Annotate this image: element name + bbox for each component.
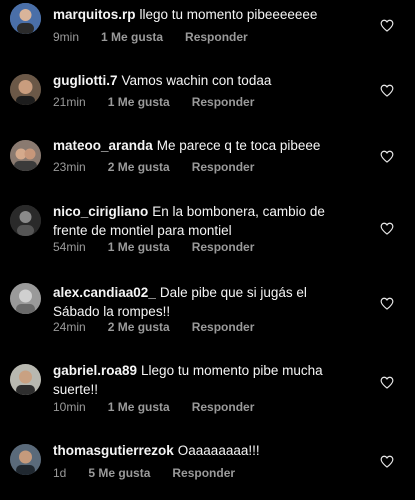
- comment-time: 21min: [53, 95, 86, 109]
- comment-username[interactable]: marquitos.rp: [53, 7, 136, 22]
- comment-meta: 10min 1 Me gusta Responder: [53, 400, 254, 414]
- comment-username[interactable]: alex.candiaa02_: [53, 285, 156, 300]
- comment-username[interactable]: nico_cirigliano: [53, 204, 148, 219]
- comment-meta: 1d 5 Me gusta Responder: [53, 466, 235, 480]
- comment-username[interactable]: gugliotti.7: [53, 73, 118, 88]
- comment-body: Me parece q te toca pibeee: [156, 138, 321, 153]
- heart-outline-icon[interactable]: [380, 84, 394, 97]
- comment-likes[interactable]: 1 Me gusta: [108, 240, 170, 254]
- comment-likes[interactable]: 1 Me gusta: [108, 95, 170, 109]
- comment-text-block: gabriel.roa89 Llego tu momento pibe mucha…: [53, 361, 353, 399]
- comment-username[interactable]: gabriel.roa89: [53, 363, 137, 378]
- comment-meta: 24min 2 Me gusta Responder: [53, 320, 254, 334]
- comment-text-block: nico_cirigliano En la bombonera, cambio d…: [53, 202, 353, 240]
- comment-meta: 21min 1 Me gusta Responder: [53, 95, 254, 109]
- comment-username[interactable]: mateoo_aranda: [53, 138, 153, 153]
- avatar[interactable]: [10, 205, 41, 236]
- comment-meta: 9min 1 Me gusta Responder: [53, 30, 248, 44]
- comment-time: 23min: [53, 160, 86, 174]
- comment-text-block: mateoo_aranda Me parece q te toca pibeee: [53, 136, 353, 155]
- comment-text-block: thomasgutierrezok Oaaaaaaaa!!!: [53, 441, 353, 460]
- comment-username[interactable]: thomasgutierrezok: [53, 443, 174, 458]
- comment-body: Vamos wachin con todaa: [121, 73, 272, 88]
- heart-outline-icon[interactable]: [380, 222, 394, 235]
- heart-outline-icon[interactable]: [380, 297, 394, 310]
- avatar[interactable]: [10, 444, 41, 475]
- comment-meta: 54min 1 Me gusta Responder: [53, 240, 254, 254]
- reply-button[interactable]: Responder: [185, 30, 248, 44]
- reply-button[interactable]: Responder: [192, 95, 255, 109]
- heart-outline-icon[interactable]: [380, 150, 394, 163]
- reply-button[interactable]: Responder: [192, 240, 255, 254]
- comment-time: 24min: [53, 320, 86, 334]
- comment-likes[interactable]: 2 Me gusta: [108, 320, 170, 334]
- comment-likes[interactable]: 1 Me gusta: [101, 30, 163, 44]
- comment-time: 9min: [53, 30, 80, 44]
- comment-text-block: alex.candiaa02_ Dale pibe que si jugás el…: [53, 283, 353, 321]
- heart-outline-icon[interactable]: [380, 455, 394, 468]
- comment-time: 1d: [53, 466, 67, 480]
- comment-text-block: gugliotti.7 Vamos wachin con todaa: [53, 71, 353, 90]
- comment-likes[interactable]: 1 Me gusta: [108, 400, 170, 414]
- avatar[interactable]: [10, 74, 41, 105]
- comment-time: 10min: [53, 400, 86, 414]
- avatar[interactable]: [10, 364, 41, 395]
- comment-meta: 23min 2 Me gusta Responder: [53, 160, 254, 174]
- comment-body: Oaaaaaaaa!!!: [177, 443, 260, 458]
- reply-button[interactable]: Responder: [192, 160, 255, 174]
- avatar[interactable]: [10, 283, 41, 314]
- reply-button[interactable]: Responder: [192, 400, 255, 414]
- comment-body: llego tu momento pibeeeeeee: [139, 7, 318, 22]
- comment-text-block: marquitos.rp llego tu momento pibeeeeeee: [53, 5, 353, 24]
- comment-time: 54min: [53, 240, 86, 254]
- reply-button[interactable]: Responder: [172, 466, 235, 480]
- heart-outline-icon[interactable]: [380, 376, 394, 389]
- comment-likes[interactable]: 2 Me gusta: [108, 160, 170, 174]
- comment-likes[interactable]: 5 Me gusta: [88, 466, 150, 480]
- avatar[interactable]: [10, 3, 41, 34]
- heart-outline-icon[interactable]: [380, 19, 394, 32]
- avatar[interactable]: [10, 140, 41, 171]
- reply-button[interactable]: Responder: [192, 320, 255, 334]
